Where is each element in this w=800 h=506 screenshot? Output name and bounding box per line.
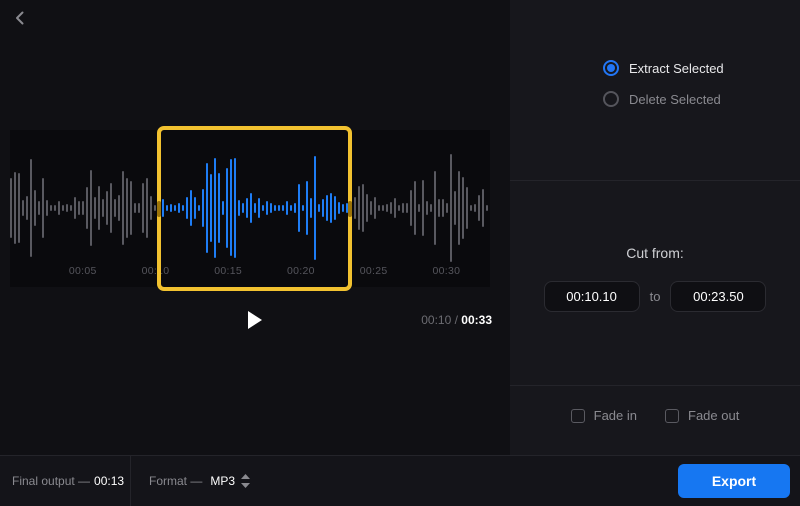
radio-delete-label: Delete Selected (629, 91, 721, 107)
fade-in-checkbox-row[interactable]: Fade in (570, 408, 638, 423)
final-output-label: Final output — (12, 474, 91, 488)
fade-options-row: Fade in Fade out (510, 408, 800, 423)
stepper-arrows-icon (241, 474, 251, 488)
radio-delete-selected[interactable]: Delete Selected (603, 91, 724, 107)
checkbox-icon (665, 408, 680, 423)
cut-range-row: to (510, 281, 800, 312)
total-time: 00:33 (461, 313, 492, 327)
fade-in-label: Fade in (593, 408, 638, 423)
format-select[interactable]: Format — MP3 (131, 474, 251, 488)
chevron-left-icon (16, 11, 24, 25)
cut-to-word: to (649, 289, 661, 304)
play-icon (247, 311, 262, 329)
playback-time: 00:10 / 00:33 (421, 313, 492, 327)
fade-section: Fade in Fade out (510, 385, 800, 455)
current-time: 00:10 (421, 313, 452, 327)
cut-section: Cut from: to (510, 180, 800, 385)
mode-section: Extract Selected Delete Selected (510, 0, 800, 180)
back-button[interactable] (8, 6, 32, 30)
export-button[interactable]: Export (678, 464, 790, 498)
mode-radio-group: Extract Selected Delete Selected (603, 60, 724, 107)
format-value: MP3 (210, 474, 236, 488)
checkbox-icon (570, 408, 585, 423)
final-output-value: 00:13 (94, 474, 125, 488)
radio-extract-label: Extract Selected (629, 60, 724, 76)
radio-off-icon (603, 91, 619, 107)
selection-handle-left[interactable] (157, 200, 161, 217)
cut-end-input[interactable] (670, 281, 767, 312)
radio-extract-selected[interactable]: Extract Selected (603, 60, 724, 76)
cut-from-title: Cut from: (626, 245, 684, 261)
radio-on-icon (603, 60, 619, 76)
format-label: Format — (149, 474, 203, 488)
selection-region[interactable] (157, 126, 352, 291)
settings-panel: Extract Selected Delete Selected Cut fro… (510, 0, 800, 455)
selection-handle-right[interactable] (348, 200, 352, 217)
waveform-panel: 00:05 00:10 00:15 00:20 00:25 00:30 (10, 126, 490, 291)
bottom-bar: Final output —00:13 Format — MP3 Export (0, 455, 800, 506)
fade-out-label: Fade out (688, 408, 740, 423)
cut-start-input[interactable] (543, 281, 640, 312)
time-separator: / (451, 313, 462, 327)
editor-area: 00:05 00:10 00:15 00:20 00:25 00:30 00:10 / 0… (0, 0, 510, 455)
fade-out-checkbox-row[interactable]: Fade out (665, 408, 739, 423)
play-button[interactable] (243, 309, 265, 331)
final-output-info: Final output —00:13 (0, 474, 130, 488)
